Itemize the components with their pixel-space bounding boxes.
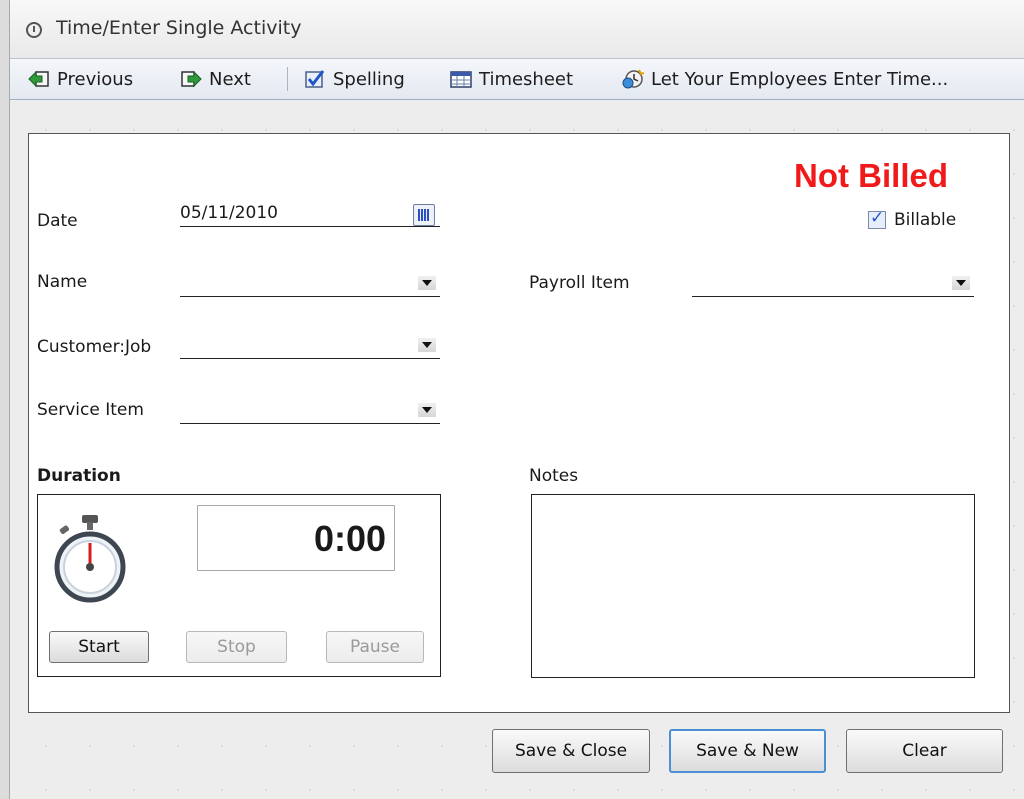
stop-button[interactable]: Stop bbox=[186, 631, 287, 663]
save-and-new-button[interactable]: Save & New bbox=[669, 729, 826, 773]
service-item-label: Service Item bbox=[37, 400, 144, 420]
timesheet-button[interactable]: Timesheet bbox=[450, 65, 573, 93]
employees-time-icon bbox=[622, 69, 644, 89]
toolbar-separator bbox=[287, 67, 288, 91]
service-item-dropdown[interactable] bbox=[180, 396, 440, 424]
calendar-icon[interactable] bbox=[413, 204, 435, 226]
payroll-item-dropdown[interactable] bbox=[692, 269, 974, 297]
pause-label: Pause bbox=[350, 637, 400, 657]
chevron-down-icon bbox=[418, 403, 436, 417]
save-and-close-label: Save & Close bbox=[514, 741, 628, 761]
billable-label: Billable bbox=[894, 210, 957, 230]
billable-checkbox[interactable] bbox=[868, 208, 886, 229]
timesheet-label: Timesheet bbox=[479, 68, 574, 90]
employees-enter-time-button[interactable]: Let Your Employees Enter Time... bbox=[622, 65, 948, 93]
spelling-label: Spelling bbox=[333, 68, 405, 90]
stopwatch-icon bbox=[54, 515, 126, 603]
employees-label: Let Your Employees Enter Time... bbox=[651, 68, 949, 90]
previous-button[interactable]: Previous bbox=[28, 65, 133, 93]
timer-display: 0:00 bbox=[197, 505, 395, 571]
customer-job-label: Customer:Job bbox=[37, 337, 152, 357]
date-value: 05/11/2010 bbox=[180, 203, 278, 223]
spelling-button[interactable]: Spelling bbox=[304, 65, 405, 93]
chevron-down-icon bbox=[418, 276, 436, 290]
name-dropdown[interactable] bbox=[180, 269, 440, 297]
start-label: Start bbox=[78, 637, 120, 657]
chevron-down-icon bbox=[952, 276, 970, 290]
payroll-item-label: Payroll Item bbox=[529, 273, 630, 293]
spelling-check-icon bbox=[305, 70, 325, 88]
duration-label: Duration bbox=[37, 466, 121, 486]
clear-button[interactable]: Clear bbox=[846, 729, 1003, 773]
timesheet-icon bbox=[450, 71, 472, 88]
toolbar: Previous Next Spelling Timesheet Let You… bbox=[10, 59, 1024, 100]
pause-button[interactable]: Pause bbox=[326, 631, 424, 663]
previous-label: Previous bbox=[57, 68, 134, 90]
notes-label: Notes bbox=[529, 466, 579, 486]
time-entry-window: Time/Enter Single Activity Previous Next… bbox=[9, 0, 1024, 799]
next-button[interactable]: Next bbox=[180, 65, 251, 93]
arrow-right-icon bbox=[181, 70, 202, 88]
save-and-new-label: Save & New bbox=[696, 741, 799, 761]
stop-label: Stop bbox=[217, 637, 256, 657]
next-label: Next bbox=[209, 68, 251, 90]
date-label: Date bbox=[37, 211, 78, 231]
window-title: Time/Enter Single Activity bbox=[56, 17, 302, 39]
title-bar: Time/Enter Single Activity bbox=[10, 0, 1024, 59]
billing-status: Not Billed bbox=[794, 157, 948, 194]
date-field[interactable]: 05/11/2010 bbox=[180, 199, 440, 227]
name-label: Name bbox=[37, 272, 88, 292]
notes-textarea[interactable] bbox=[531, 494, 975, 678]
chevron-down-icon bbox=[418, 338, 436, 352]
start-button[interactable]: Start bbox=[49, 631, 149, 663]
save-and-close-button[interactable]: Save & Close bbox=[492, 729, 650, 773]
clear-label: Clear bbox=[902, 741, 947, 761]
arrow-left-icon bbox=[28, 70, 49, 88]
customer-job-dropdown[interactable] bbox=[180, 331, 440, 359]
clock-icon bbox=[26, 22, 42, 38]
